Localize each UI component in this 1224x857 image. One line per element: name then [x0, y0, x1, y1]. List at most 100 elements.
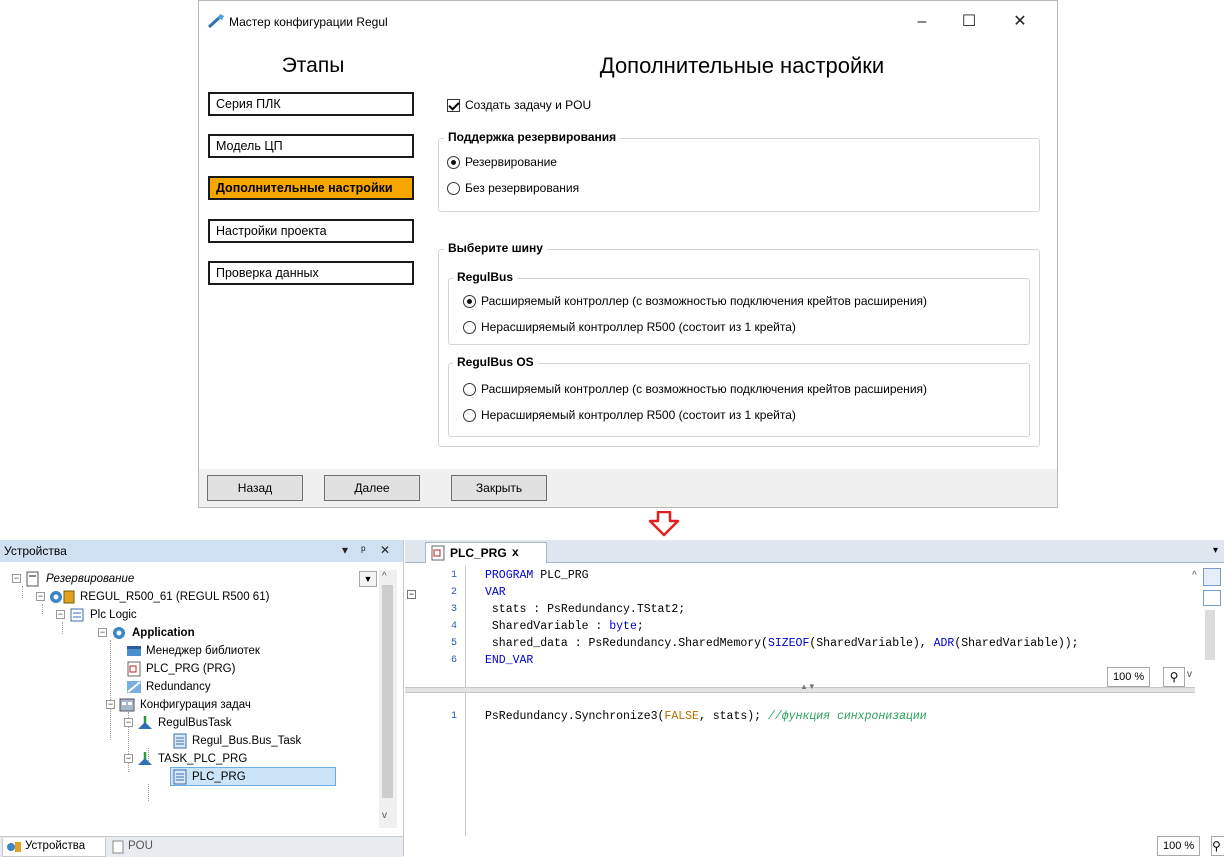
- code-line[interactable]: PROGRAM PLC_PRG: [485, 569, 589, 583]
- stage-cpu-model[interactable]: Модель ЦП: [208, 134, 414, 158]
- collapse-icon[interactable]: −: [124, 754, 133, 763]
- tree-label: PLC_PRG (PRG): [146, 663, 236, 675]
- radio-button[interactable]: [447, 182, 460, 195]
- redundancy-group-title: Поддержка резервирования: [444, 130, 621, 144]
- regulbus-group-title: RegulBus: [453, 270, 518, 284]
- tree-scrollbar-thumb[interactable]: [382, 585, 393, 798]
- radio-button[interactable]: [447, 156, 460, 169]
- devices-panel: Устройства ▾ ᵖ ✕ − Резервирование − REGU…: [0, 540, 404, 857]
- collapse-icon[interactable]: −: [124, 718, 133, 727]
- create-task-label: Создать задачу и POU: [465, 98, 592, 112]
- task-icon: [138, 716, 152, 729]
- declaration-scrollbar[interactable]: [1205, 610, 1215, 660]
- next-button[interactable]: Далее: [324, 475, 420, 501]
- stage-additional-settings[interactable]: Дополнительные настройки: [208, 176, 414, 200]
- zoom-magnifier-icon[interactable]: ⚲: [1211, 836, 1224, 856]
- radio-label: Расширяемый контроллер (с возможностью п…: [481, 382, 928, 396]
- minimize-button[interactable]: –: [904, 9, 940, 35]
- tree-label: PLC_PRG: [192, 771, 246, 783]
- code-line[interactable]: SharedVariable : byte;: [485, 620, 644, 634]
- stage-project-settings[interactable]: Настройки проекта: [208, 219, 414, 243]
- code-token: PLC_PRG: [533, 569, 589, 582]
- splitter-arrows-icon[interactable]: ▲▼: [800, 682, 816, 691]
- task-icon: [138, 752, 152, 765]
- close-button[interactable]: Закрыть: [451, 475, 547, 501]
- devices-panel-title: Устройства: [4, 544, 67, 558]
- code-editor: PLC_PRG x ▾ − 1 PROGRAM PLC_PRG 2 VAR 3 …: [405, 540, 1224, 856]
- radio-regulbus-os-nonexpandable[interactable]: Нерасширяемый контроллер R500 (состоит и…: [463, 408, 1023, 424]
- program-call-icon: [173, 769, 187, 785]
- zoom-level-body[interactable]: 100 %: [1157, 836, 1201, 856]
- tab-label: PLC_PRG: [450, 546, 507, 560]
- code-line[interactable]: VAR: [485, 586, 506, 600]
- radio-button[interactable]: [463, 409, 476, 422]
- radio-button[interactable]: [463, 321, 476, 334]
- down-arrow-icon: [648, 511, 680, 537]
- tree-dropdown-button[interactable]: ▼: [359, 571, 377, 587]
- textual-view-icon[interactable]: [1203, 568, 1221, 586]
- radio-regulbus-expandable[interactable]: Расширяемый контроллер (с возможностью п…: [463, 294, 1023, 310]
- back-button[interactable]: Назад: [207, 475, 303, 501]
- redundancy-icon: [127, 681, 141, 693]
- stage-data-check[interactable]: Проверка данных: [208, 261, 414, 285]
- radio-button[interactable]: [463, 295, 476, 308]
- tab-devices[interactable]: Устройства: [2, 838, 106, 857]
- code-token: byte: [609, 620, 637, 633]
- code-token: PROGRAM: [485, 569, 534, 582]
- project-icon: [26, 571, 39, 587]
- collapse-icon[interactable]: −: [98, 628, 107, 637]
- zoom-level-declaration[interactable]: 100 %: [1107, 667, 1151, 687]
- collapse-icon[interactable]: −: [12, 574, 21, 583]
- collapse-icon[interactable]: −: [36, 592, 45, 601]
- collapse-icon[interactable]: −: [56, 610, 65, 619]
- code-line[interactable]: PsRedundancy.Synchronize3(FALSE, stats);…: [485, 710, 927, 724]
- tab-pou[interactable]: POU: [108, 838, 163, 856]
- radio-regulbus-nonexpandable[interactable]: Нерасширяемый контроллер R500 (состоит и…: [463, 320, 1023, 336]
- wizard-title: Мастер конфигурации Regul: [229, 15, 388, 29]
- tree-label: Резервирование: [46, 573, 135, 585]
- code-line[interactable]: stats : PsRedundancy.TStat2;: [485, 603, 685, 617]
- code-token: SIZEOF: [767, 637, 810, 650]
- scroll-up-chevron-icon[interactable]: ^: [382, 571, 387, 582]
- pou-icon: [431, 545, 445, 561]
- bus-group-title: Выберите шину: [444, 241, 547, 255]
- code-token: (SharedVariable),: [809, 637, 934, 650]
- radio-no-redundancy[interactable]: Без резервирования: [447, 181, 647, 197]
- tabular-view-icon[interactable]: [1203, 590, 1221, 606]
- line-number: 1: [450, 570, 457, 581]
- tree-label: Redundancy: [146, 681, 211, 693]
- scroll-up-chevron-icon[interactable]: ^: [1192, 570, 1197, 581]
- code-line[interactable]: END_VAR: [485, 654, 533, 668]
- radio-button[interactable]: [463, 383, 476, 396]
- tab-list-chevron-down-icon[interactable]: ▾: [1213, 545, 1218, 556]
- devices-icon: [7, 842, 21, 852]
- close-window-button[interactable]: ✕: [1002, 9, 1038, 35]
- stage-plc-series[interactable]: Серия ПЛК: [208, 92, 414, 116]
- code-line[interactable]: shared_data : PsRedundancy.SharedMemory(…: [485, 637, 1079, 651]
- code-token: FALSE: [664, 710, 699, 723]
- fold-collapse-icon[interactable]: −: [407, 590, 416, 599]
- scroll-down-chevron-icon[interactable]: v: [382, 810, 387, 821]
- code-token: ;: [636, 620, 644, 633]
- zoom-chevron-down-icon[interactable]: v: [1187, 669, 1192, 680]
- checkbox-box[interactable]: [447, 99, 460, 112]
- radio-redundancy[interactable]: Резервирование: [447, 155, 647, 171]
- code-token: (SharedVariable));: [954, 637, 1079, 650]
- maximize-button[interactable]: ☐: [951, 9, 987, 35]
- pin-icon[interactable]: ᵖ: [361, 543, 366, 557]
- collapse-icon[interactable]: −: [106, 700, 115, 709]
- panel-menu-chevron-down-icon[interactable]: ▾: [342, 543, 348, 557]
- radio-label: Нерасширяемый контроллер R500 (состоит и…: [481, 408, 796, 422]
- create-task-checkbox[interactable]: Создать задачу и POU: [447, 98, 697, 114]
- radio-regulbus-os-expandable[interactable]: Расширяемый контроллер (с возможностью п…: [463, 382, 1023, 398]
- program-call-icon: [173, 733, 187, 749]
- tab-plc-prg[interactable]: PLC_PRG x: [425, 542, 547, 563]
- code-token: VAR: [485, 586, 506, 599]
- wizard-titlebar[interactable]: Мастер конфигурации Regul – ☐ ✕: [199, 1, 1057, 41]
- tab-close-icon[interactable]: x: [512, 545, 519, 559]
- zoom-magnifier-icon[interactable]: ⚲: [1163, 667, 1185, 687]
- close-panel-icon[interactable]: ✕: [380, 543, 390, 557]
- code-token: END_VAR: [485, 654, 534, 667]
- pou-icon: [127, 661, 141, 677]
- line-number: 3: [450, 604, 457, 615]
